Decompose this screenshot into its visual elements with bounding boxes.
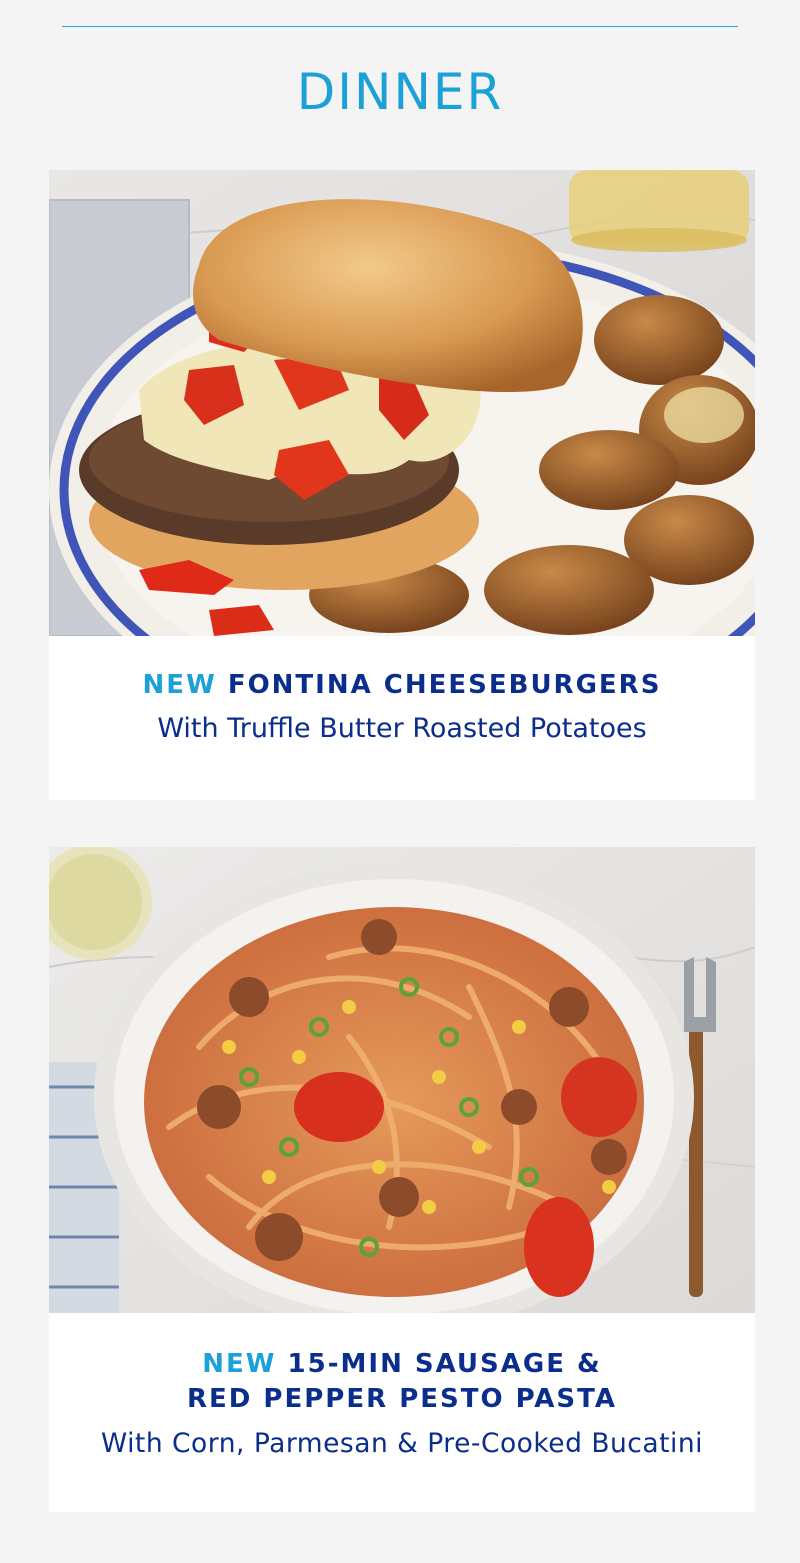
recipe-photo-cheeseburger[interactable]: [49, 170, 755, 636]
recipe-card-fontina-cheeseburgers[interactable]: NEW FONTINA CHEESEBURGERS With Truffle B…: [49, 170, 755, 800]
recipe-title-line1: 15-MIN SAUSAGE &: [287, 1349, 602, 1379]
recipe-card-sausage-pesto-pasta[interactable]: NEW 15-MIN SAUSAGE & RED PEPPER PESTO PA…: [49, 847, 755, 1512]
recipe-title[interactable]: NEW 15-MIN SAUSAGE & RED PEPPER PESTO PA…: [49, 1347, 755, 1417]
recipe-subtitle: With Corn, Parmesan & Pre-Cooked Bucatin…: [100, 1428, 704, 1459]
recipe-caption[interactable]: NEW 15-MIN SAUSAGE & RED PEPPER PESTO PA…: [49, 1347, 755, 1462]
recipe-subtitle: With Truffle Butter Roasted Potatoes: [157, 713, 647, 744]
recipe-caption[interactable]: NEW FONTINA CHEESEBURGERS With Truffle B…: [49, 668, 755, 747]
top-divider: [62, 26, 738, 27]
recipe-title-line2: RED PEPPER PESTO PASTA: [187, 1384, 617, 1414]
recipe-title[interactable]: NEW FONTINA CHEESEBURGERS: [49, 668, 755, 703]
recipe-title-line1: FONTINA CHEESEBURGERS: [227, 670, 662, 700]
section-title: DINNER: [296, 63, 504, 121]
new-badge: NEW: [142, 670, 217, 700]
new-badge: NEW: [202, 1349, 277, 1379]
recipe-photo-pasta[interactable]: [49, 847, 755, 1313]
